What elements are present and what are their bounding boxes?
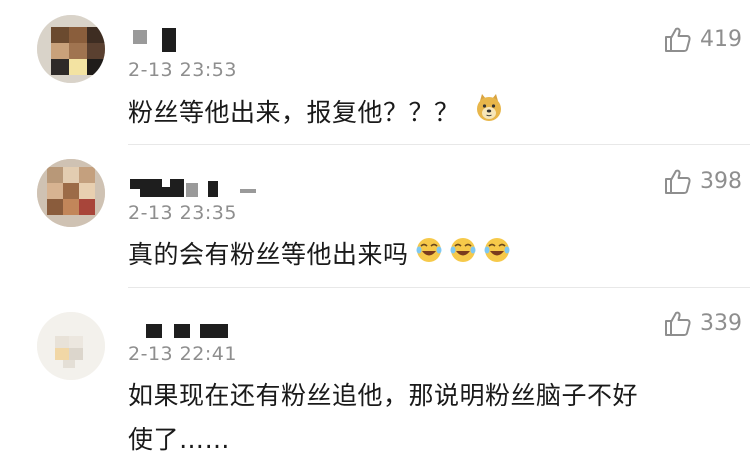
comment-text: 如果现在还有粉丝追他，那说明粉丝脑子不好 使了…… bbox=[128, 374, 710, 462]
avatar[interactable] bbox=[37, 159, 105, 227]
comment-item: 2-13 22:41 339 如果现在还有粉丝追他，那说明粉丝脑子不好 使了…… bbox=[0, 288, 750, 474]
avatar[interactable] bbox=[37, 312, 105, 380]
comment-timestamp: 2-13 22:41 bbox=[128, 343, 237, 365]
like-count: 339 bbox=[700, 310, 742, 336]
like-button[interactable]: 419 bbox=[664, 24, 742, 54]
like-button[interactable]: 398 bbox=[664, 166, 742, 196]
comment-body-line-1: 如果现在还有粉丝追他，那说明粉丝脑子不好 bbox=[128, 381, 639, 410]
laugh-cry-emoji bbox=[415, 234, 443, 278]
comment-item: 2-13 23:53 419 粉丝等他出来，报复他？？？ bbox=[0, 0, 750, 145]
avatar[interactable] bbox=[37, 15, 105, 83]
comment-item: 2-13 23:35 398 真的会有粉丝等他出来吗 bbox=[0, 145, 750, 288]
doge-emoji bbox=[474, 92, 504, 136]
like-button[interactable]: 339 bbox=[664, 308, 742, 338]
comment-text: 真的会有粉丝等他出来吗 bbox=[128, 233, 710, 278]
thumbs-up-icon bbox=[664, 309, 692, 337]
comment-timestamp: 2-13 23:53 bbox=[128, 59, 237, 81]
username-redacted[interactable] bbox=[130, 175, 260, 199]
username-redacted[interactable] bbox=[130, 28, 190, 52]
like-count: 419 bbox=[700, 26, 742, 52]
like-count: 398 bbox=[700, 168, 742, 194]
laugh-cry-emoji bbox=[483, 234, 511, 278]
laugh-cry-emoji bbox=[449, 234, 477, 278]
comment-body: 粉丝等他出来，报复他？？？ bbox=[128, 98, 460, 127]
thumbs-up-icon bbox=[664, 167, 692, 195]
comment-timestamp: 2-13 23:35 bbox=[128, 202, 237, 224]
comment-body-line-2: 使了…… bbox=[128, 425, 231, 454]
comment-body: 真的会有粉丝等他出来吗 bbox=[128, 240, 409, 269]
comment-text: 粉丝等他出来，报复他？？？ bbox=[128, 91, 710, 136]
thumbs-up-icon bbox=[664, 25, 692, 53]
